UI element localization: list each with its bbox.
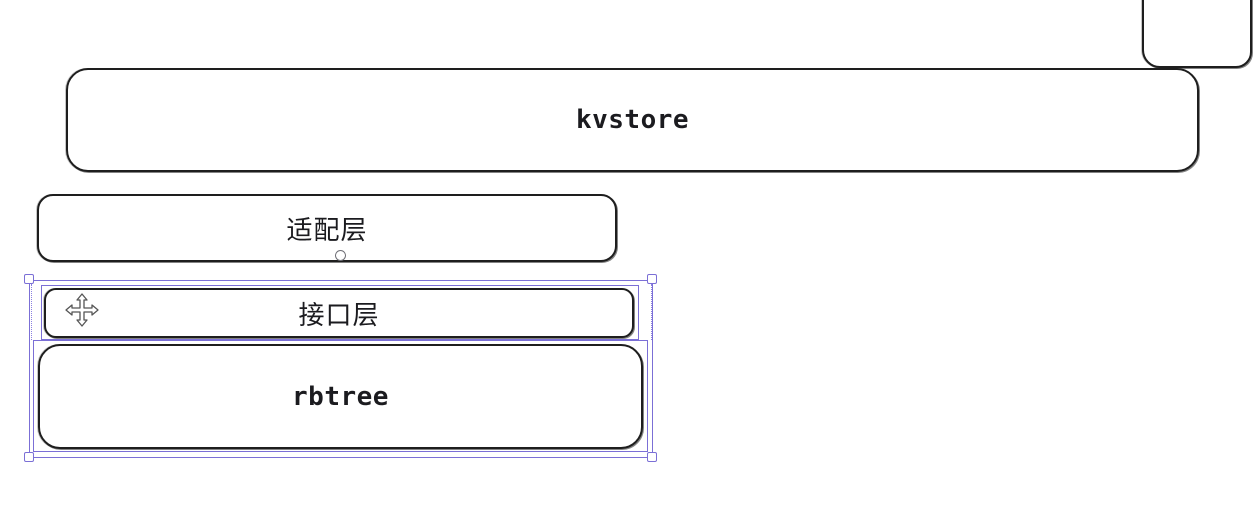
- adapter-layer-label: 适配层: [286, 215, 368, 246]
- connection-point[interactable]: [335, 250, 346, 261]
- diagram-canvas[interactable]: kvstore 适配层 接口层 rbtree: [0, 0, 1258, 505]
- selection-guide-right: [651, 284, 652, 340]
- interface-layer-label: 接口层: [298, 300, 380, 331]
- move-icon: [65, 293, 99, 327]
- partial-box-top-right[interactable]: [1142, 0, 1252, 68]
- kvstore-box[interactable]: kvstore: [66, 68, 1199, 172]
- resize-handle-top-right[interactable]: [647, 274, 657, 284]
- rbtree-box[interactable]: rbtree: [38, 344, 643, 449]
- interface-layer-box[interactable]: 接口层: [44, 288, 634, 338]
- resize-handle-bottom-right[interactable]: [647, 452, 657, 462]
- resize-handle-bottom-left[interactable]: [24, 452, 34, 462]
- kvstore-label: kvstore: [575, 105, 690, 135]
- rbtree-label: rbtree: [292, 381, 389, 412]
- resize-handle-top-left[interactable]: [24, 274, 34, 284]
- adapter-layer-box[interactable]: 适配层: [37, 194, 617, 262]
- selection-guide-left: [31, 284, 32, 340]
